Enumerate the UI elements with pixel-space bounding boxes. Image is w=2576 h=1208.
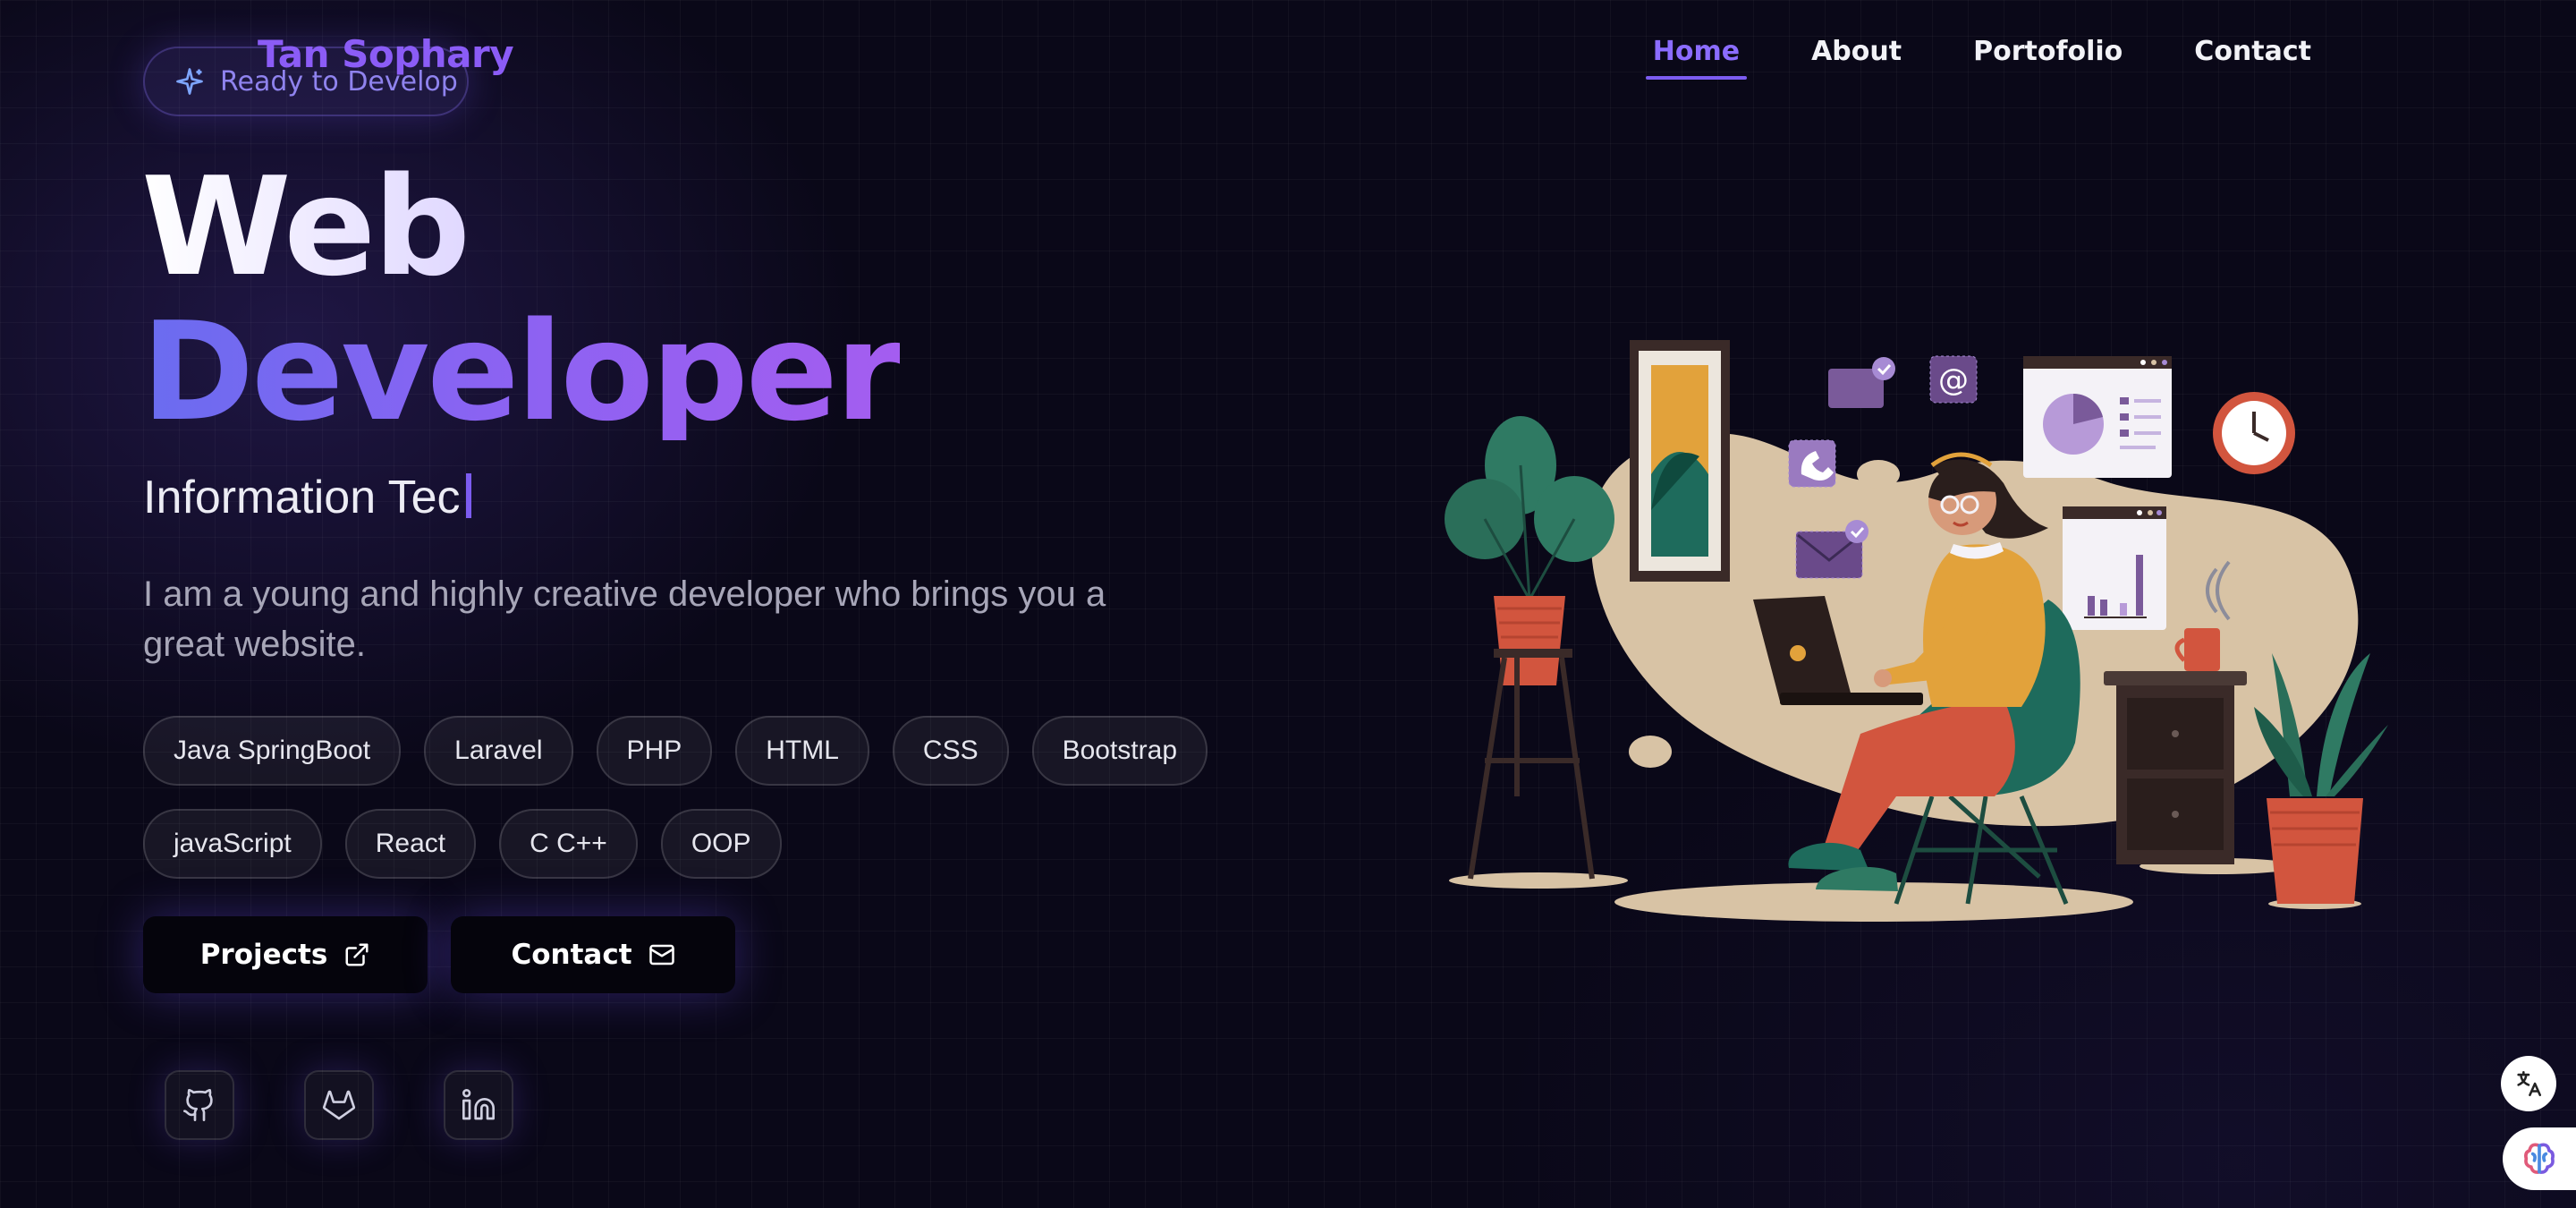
- skill-tag: Bootstrap: [1031, 716, 1208, 786]
- projects-button-label: Projects: [199, 939, 328, 971]
- hero-title-web: Web: [141, 148, 470, 306]
- sparkles-icon: [176, 68, 203, 95]
- github-link[interactable]: [165, 1070, 234, 1140]
- projects-button[interactable]: Projects: [143, 916, 428, 993]
- nav-item-portfolio[interactable]: Portofolio: [1973, 36, 2123, 80]
- developer-illustration: @: [1445, 340, 2388, 922]
- external-link-icon: [345, 943, 369, 966]
- hero-title-developer: Developer: [141, 293, 902, 451]
- nav-item-contact[interactable]: Contact: [2194, 36, 2311, 80]
- brand-logo[interactable]: Tan Sophary: [258, 32, 514, 76]
- svg-text:@: @: [1938, 362, 1969, 398]
- linkedin-icon: [462, 1089, 495, 1120]
- skill-tag: Java SpringBoot: [143, 716, 402, 786]
- contact-button-label: Contact: [511, 939, 632, 971]
- skill-tag: PHP: [596, 716, 713, 786]
- skill-tag: HTML: [735, 716, 869, 786]
- typing-text: Information Tec: [143, 471, 471, 524]
- gitlab-link[interactable]: [304, 1070, 374, 1140]
- translate-button[interactable]: [2501, 1056, 2556, 1111]
- skill-tags: Java SpringBoot Laravel PHP HTML CSS Boo…: [143, 716, 1216, 879]
- skill-tag: React: [344, 809, 477, 879]
- linkedin-link[interactable]: [444, 1070, 513, 1140]
- github-icon: [183, 1089, 213, 1121]
- skill-tag: CSS: [892, 716, 1009, 786]
- brain-icon: [2524, 1143, 2555, 1174]
- nav-item-home[interactable]: Home: [1645, 36, 1748, 80]
- translate-icon: [2517, 1070, 2542, 1097]
- mail-icon: [648, 944, 674, 966]
- skill-tag: OOP: [660, 809, 782, 879]
- skill-tag: Laravel: [424, 716, 573, 786]
- hero-description: I am a young and highly creative develop…: [143, 574, 1106, 664]
- illustration-group: @: [1445, 340, 2388, 922]
- skill-tag: javaScript: [143, 809, 322, 879]
- typing-cursor: [465, 473, 471, 518]
- ai-assistant-button[interactable]: [2503, 1127, 2576, 1190]
- gitlab-icon: [322, 1090, 356, 1120]
- typing-text-value: Information Tec: [143, 472, 461, 523]
- nav-item-about[interactable]: About: [1811, 36, 1902, 80]
- skill-tag: C C++: [499, 809, 638, 879]
- contact-button[interactable]: Contact: [451, 916, 735, 993]
- main-nav: Home About Portofolio Contact: [1581, 36, 2311, 80]
